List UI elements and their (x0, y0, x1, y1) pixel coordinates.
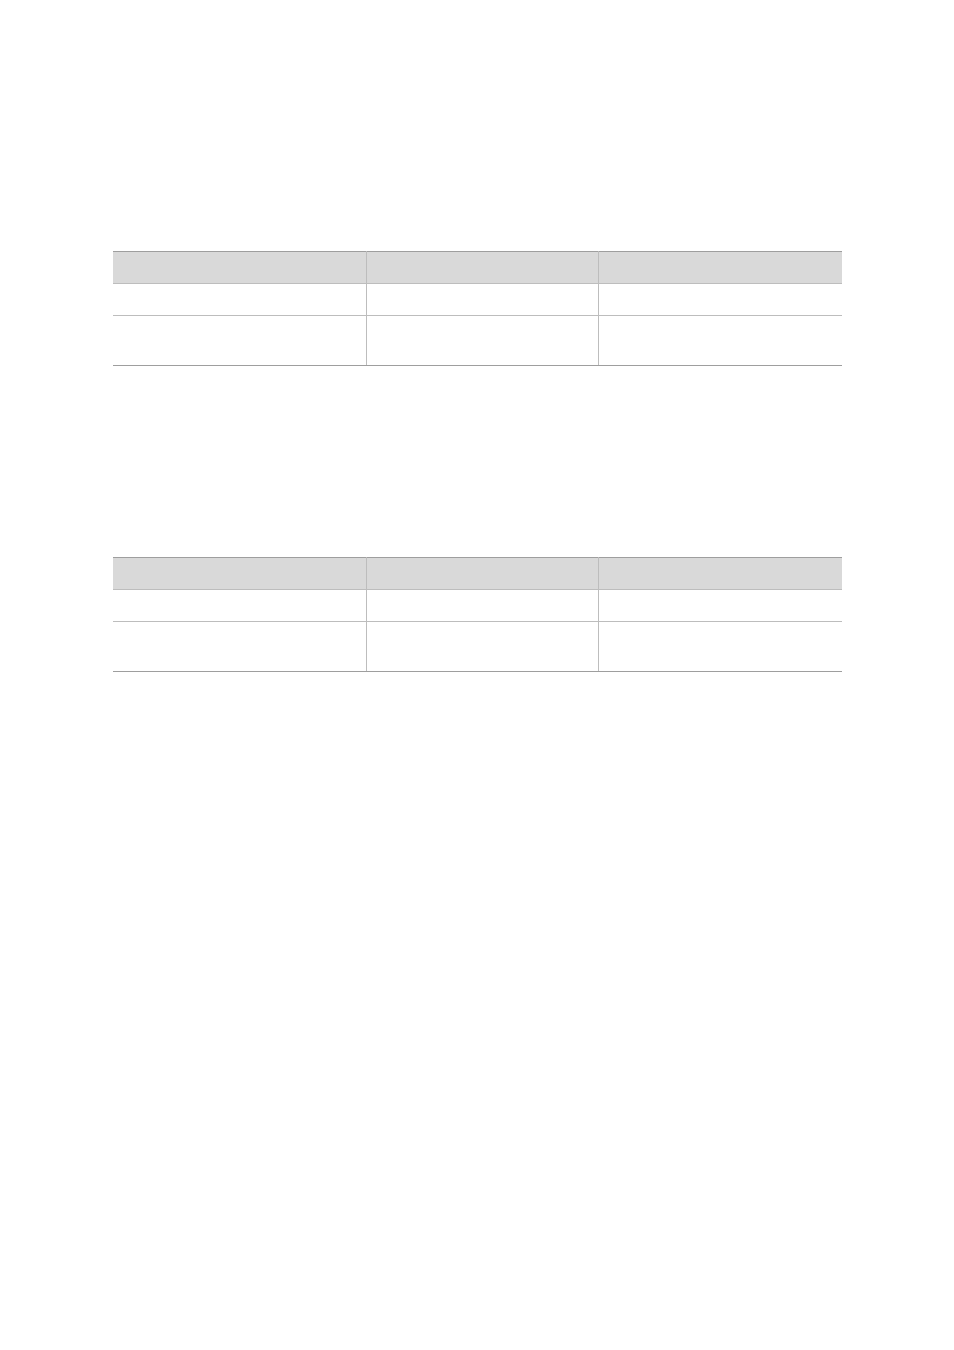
table-a-header-cell (598, 252, 842, 284)
table-a-header-row (113, 252, 842, 284)
table-a-row (113, 284, 842, 316)
table-b-header-cell (598, 558, 842, 590)
table-a (113, 251, 842, 366)
table-a-cell (598, 284, 842, 316)
table-b-cell (366, 590, 598, 622)
table-a-cell (366, 316, 598, 366)
table-b-cell (598, 622, 842, 672)
table-b-row (113, 590, 842, 622)
table-b-header-cell (366, 558, 598, 590)
table-a-row (113, 316, 842, 366)
table-b (113, 557, 842, 672)
table-a-cell (113, 284, 366, 316)
table-b-header-row (113, 558, 842, 590)
table-b-cell (113, 622, 366, 672)
table-a-header-cell (366, 252, 598, 284)
document-page (0, 0, 954, 1350)
table-a-cell (113, 316, 366, 366)
table-b-cell (366, 622, 598, 672)
table-b-cell (598, 590, 842, 622)
table-b-header-cell (113, 558, 366, 590)
table-b-row (113, 622, 842, 672)
table-a-cell (598, 316, 842, 366)
table-a-header-cell (113, 252, 366, 284)
table-a-cell (366, 284, 598, 316)
table-b-cell (113, 590, 366, 622)
